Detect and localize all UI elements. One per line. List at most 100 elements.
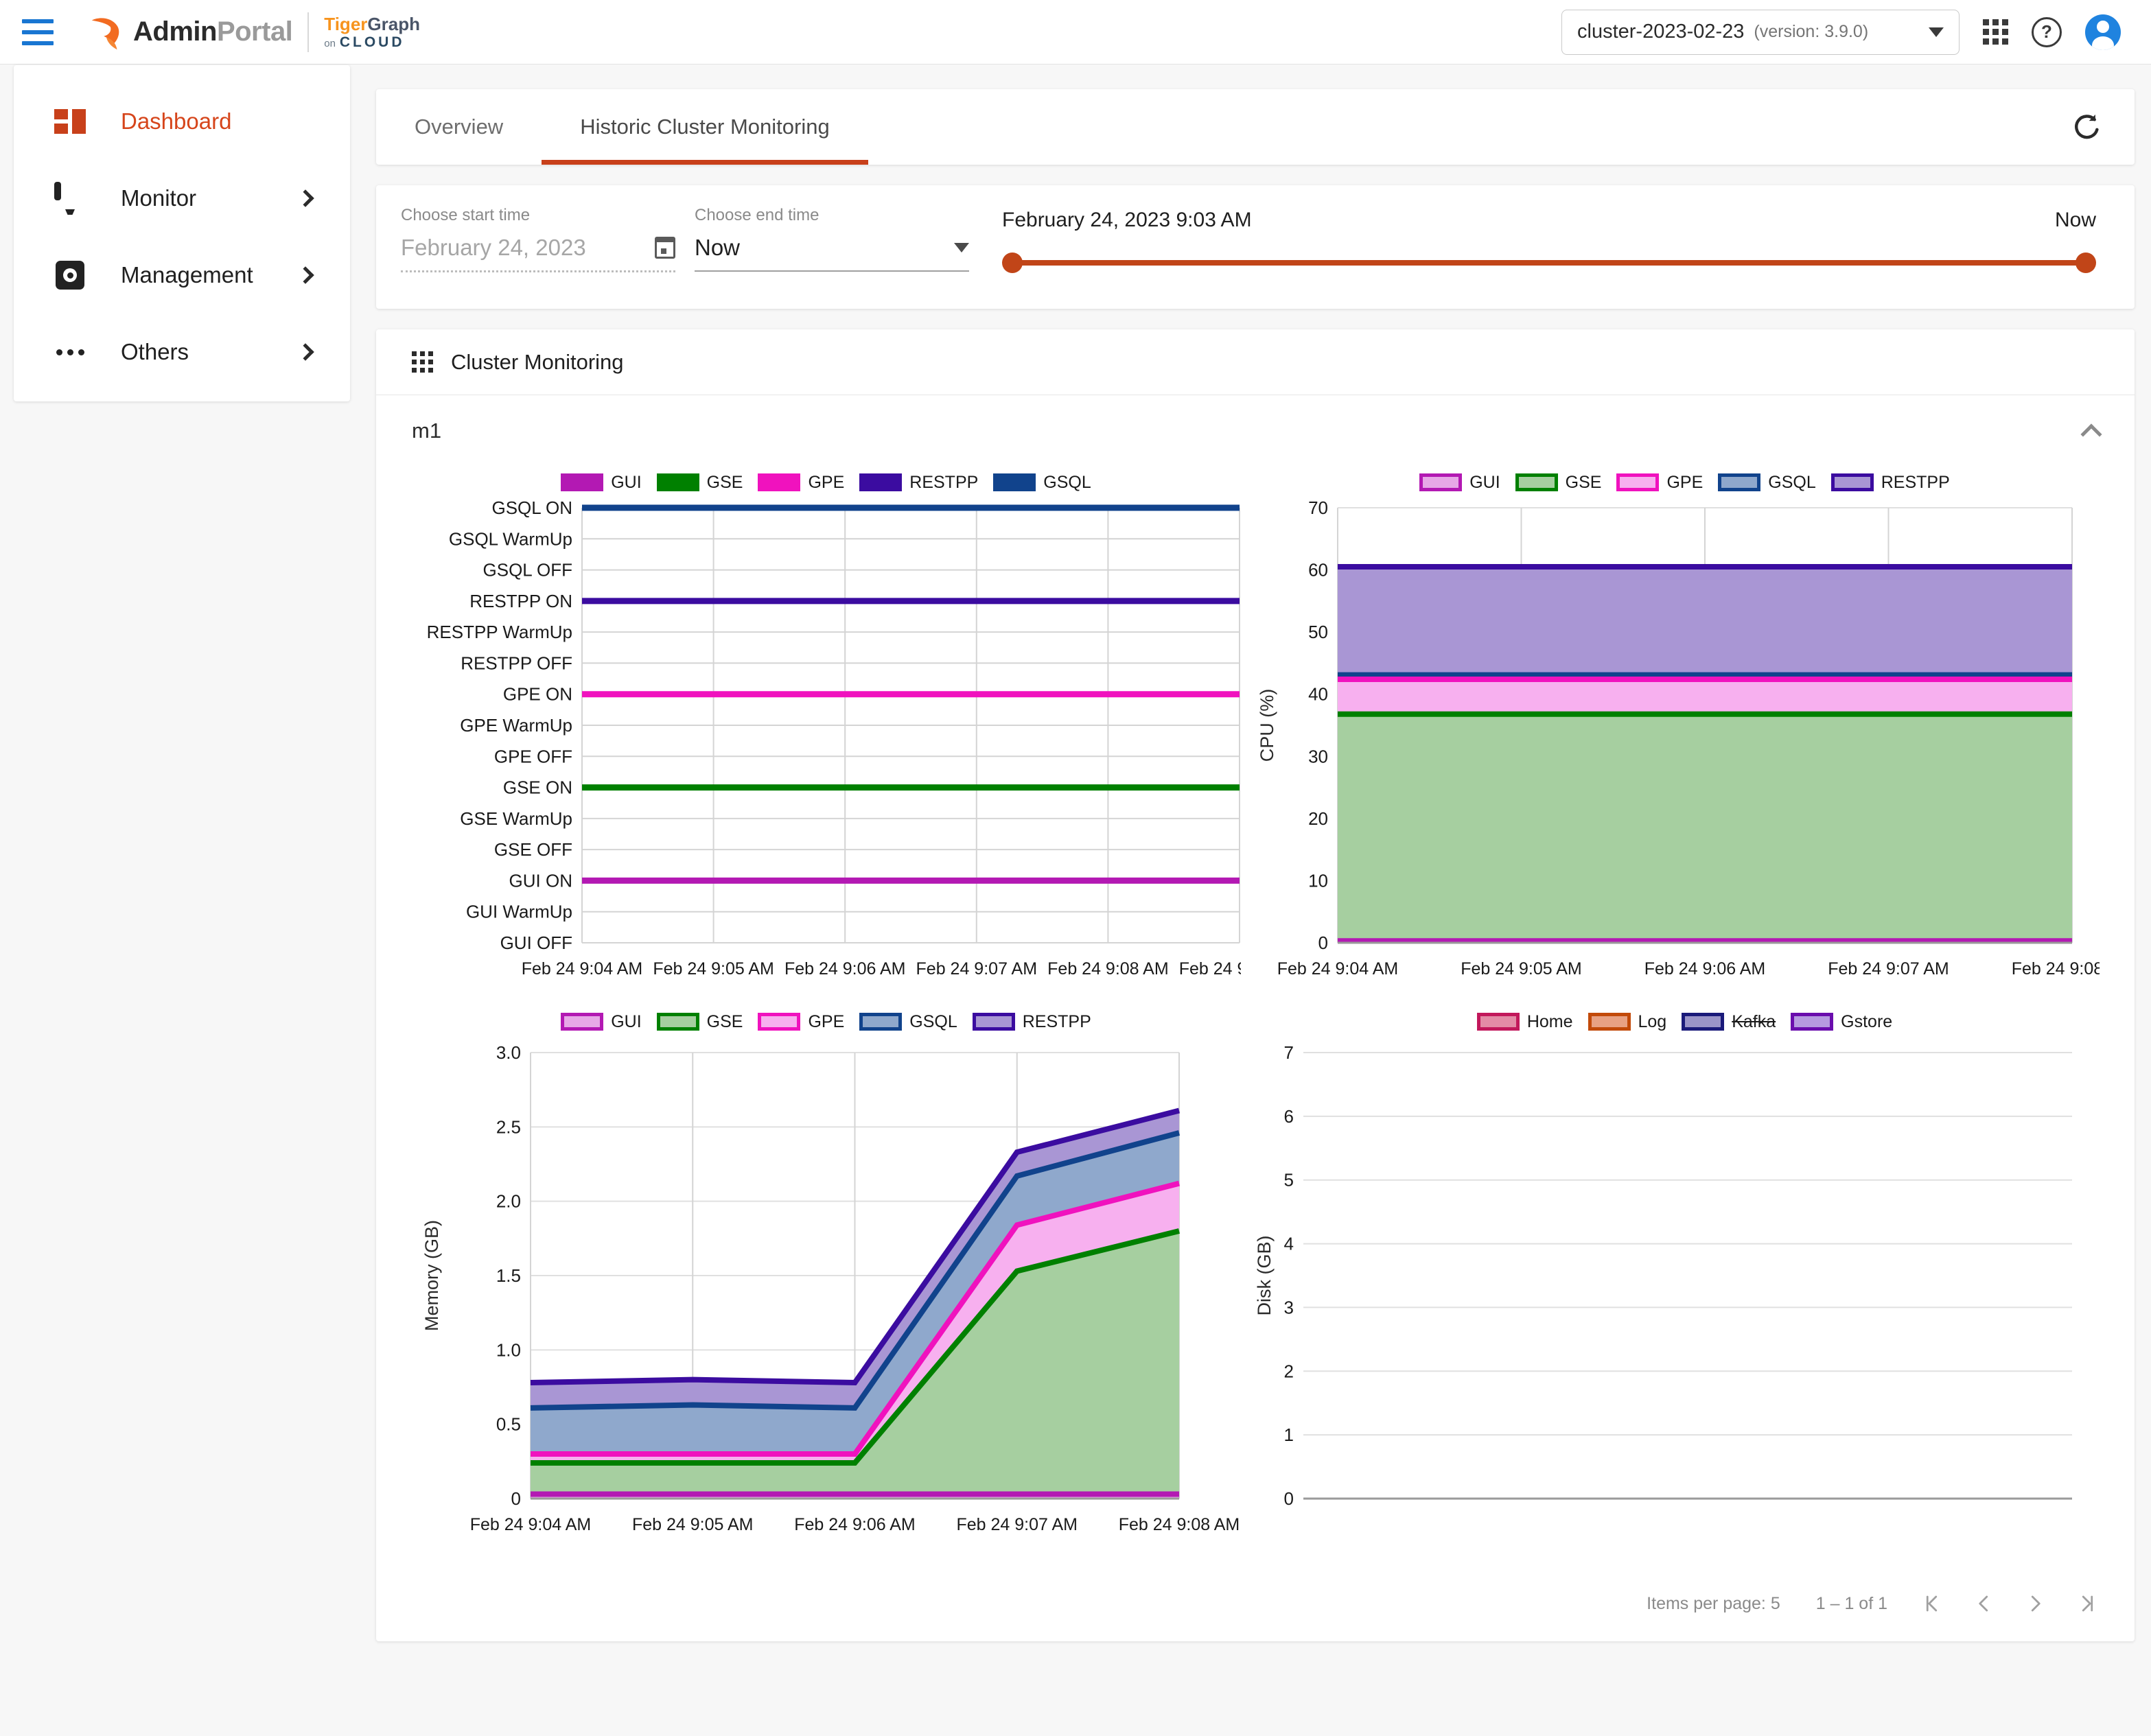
disk-svg: 01234567Disk (GB) [1255, 1037, 2100, 1559]
legend-item-gsql[interactable]: GSQL [859, 1012, 957, 1032]
legend-item-gui[interactable]: GUI [561, 473, 641, 493]
chevron-down-icon [1929, 27, 1944, 37]
legend-swatch [1791, 1013, 1833, 1031]
sidebar-item-management[interactable]: Management [14, 237, 350, 314]
y-tick-label: RESTPP OFF [461, 653, 572, 673]
y-tick-label: 6 [1284, 1106, 1294, 1127]
node-label: m1 [412, 419, 441, 443]
brand-logo: AdminPortal TigerGraph on CLOUD [86, 11, 420, 54]
y-tick-label: 60 [1308, 560, 1328, 580]
legend-swatch [1419, 473, 1462, 491]
brand-admin: Admin [133, 16, 217, 47]
pagination-bar: Items per page: 5 1 – 1 of 1 [376, 1573, 2135, 1634]
plot-service-status: GSQL ONGSQL WarmUpGSQL OFFRESTPP ONRESTP… [397, 498, 1255, 1006]
legend-item-gpe[interactable]: GPE [758, 1012, 844, 1032]
x-tick-label: Feb 24 9:04 AM [522, 959, 643, 978]
hamburger-menu-icon[interactable] [22, 19, 54, 45]
legend-item-gstore[interactable]: Gstore [1791, 1012, 1892, 1032]
user-avatar-icon[interactable] [2085, 14, 2121, 50]
legend-service-status: GUI GSE GPE RESTPP GSQL [397, 467, 1255, 498]
calendar-icon[interactable] [655, 237, 675, 259]
legend-label: GPE [1666, 473, 1703, 493]
legend-item-gui[interactable]: GUI [1419, 473, 1500, 493]
legend-item-kafka[interactable]: Kafka [1682, 1012, 1776, 1032]
legend-item-gpe[interactable]: GPE [1616, 473, 1703, 493]
sidebar-item-dashboard[interactable]: Dashboard [14, 83, 350, 160]
tigergraph-bird-icon [86, 11, 129, 54]
legend-label: Gstore [1841, 1012, 1892, 1032]
apps-grid-icon[interactable] [1983, 19, 2008, 45]
y-tick-label: 2.5 [496, 1116, 521, 1137]
y-tick-label: GSE WarmUp [460, 808, 572, 829]
legend-item-gui[interactable]: GUI [561, 1012, 641, 1032]
legend-item-gsql[interactable]: GSQL [993, 473, 1091, 493]
x-tick-label: Feb 24 9:08 AM [2012, 959, 2100, 978]
legend-swatch [993, 473, 1036, 491]
y-tick-label: GPE WarmUp [460, 715, 572, 736]
legend-item-gse[interactable]: GSE [1515, 473, 1602, 493]
chart-memory: GUIGSEGPEGSQLRESTPP 00.51.01.52.02.53.0F… [397, 1006, 1255, 1559]
legend-memory: GUI GSE GPE GSQL RESTPP [397, 1006, 1255, 1037]
legend-item-restpp[interactable]: RESTPP [859, 473, 978, 493]
next-page-icon[interactable] [2025, 1592, 2045, 1615]
y-tick-label: GSQL ON [491, 498, 572, 518]
legend-swatch [758, 1013, 800, 1031]
sidebar-item-monitor[interactable]: Monitor [14, 160, 350, 237]
legend-item-home[interactable]: Home [1477, 1012, 1573, 1032]
first-page-icon[interactable] [1923, 1592, 1944, 1615]
legend-item-restpp[interactable]: RESTPP [973, 1012, 1091, 1032]
legend-disk: Home Log Kafka Gstore [1255, 1006, 2114, 1037]
grid-icon [412, 351, 433, 373]
sidebar-item-label: Others [121, 339, 189, 365]
tab-overview[interactable]: Overview [376, 89, 542, 165]
sidebar-nav: Dashboard Monitor Management Others [14, 65, 350, 401]
start-time-label: Choose start time [401, 206, 675, 225]
legend-swatch [1588, 1013, 1631, 1031]
brand-portal: Portal [217, 16, 292, 47]
previous-page-icon[interactable] [1974, 1592, 1995, 1615]
legend-swatch [1616, 473, 1659, 491]
x-tick-label: Feb 24 9:06 AM [1644, 959, 1766, 978]
x-tick-label: Feb 24 9:04 AM [470, 1515, 592, 1534]
time-range-slider[interactable]: February 24, 2023 9:03 AM Now [1002, 206, 2096, 274]
legend-item-gse[interactable]: GSE [657, 1012, 743, 1032]
brand-name: AdminPortal [133, 16, 292, 47]
legend-item-gpe[interactable]: GPE [758, 473, 844, 493]
y-tick-label: RESTPP WarmUp [427, 622, 572, 642]
end-time-field[interactable]: Choose end time Now [695, 206, 969, 272]
slider-handle-end[interactable] [2076, 253, 2096, 273]
sidebar-item-others[interactable]: Others [14, 314, 350, 390]
y-tick-label: 30 [1308, 746, 1328, 766]
y-tick-label: 0 [1318, 932, 1328, 953]
start-time-field[interactable]: Choose start time February 24, 2023 [401, 206, 675, 272]
refresh-glyph [2071, 111, 2103, 143]
y-tick-label: 2.0 [496, 1191, 521, 1212]
legend-item-gsql[interactable]: GSQL [1718, 473, 1815, 493]
legend-swatch [758, 473, 800, 491]
help-glyph: ? [2032, 17, 2062, 47]
legend-item-restpp[interactable]: RESTPP [1831, 473, 1950, 493]
legend-item-gse[interactable]: GSE [657, 473, 743, 493]
last-page-icon[interactable] [2076, 1592, 2096, 1615]
items-per-page-value[interactable]: 5 [1771, 1594, 1780, 1613]
cluster-name: cluster-2023-02-23 [1577, 21, 1744, 43]
help-icon[interactable]: ? [2032, 17, 2062, 47]
legend-swatch [859, 473, 902, 491]
legend-swatch [561, 1013, 603, 1031]
refresh-icon[interactable] [2071, 89, 2103, 165]
slider-handle-start[interactable] [1002, 253, 1023, 273]
chevron-right-icon [297, 189, 314, 207]
slider-end-label: Now [2055, 209, 2096, 232]
y-tick-label: GUI ON [509, 870, 572, 891]
legend-label: GSE [707, 1012, 743, 1032]
cluster-version: (version: 3.9.0) [1754, 22, 1868, 42]
node-row-m1[interactable]: m1 [376, 395, 2135, 467]
items-per-page-label: Items per page: 5 [1647, 1594, 1780, 1614]
tab-historic-cluster-monitoring[interactable]: Historic Cluster Monitoring [542, 89, 868, 165]
chevron-up-icon[interactable] [2080, 423, 2102, 445]
cluster-selector[interactable]: cluster-2023-02-23 (version: 3.9.0) [1561, 10, 1960, 55]
legend-item-log[interactable]: Log [1588, 1012, 1667, 1032]
chart-disk: Home Log Kafka Gstore 01234567Disk (GB) [1255, 1006, 2114, 1559]
legend-label: GUI [1469, 473, 1500, 493]
brand-cloud-lockup: TigerGraph on CLOUD [324, 15, 420, 49]
